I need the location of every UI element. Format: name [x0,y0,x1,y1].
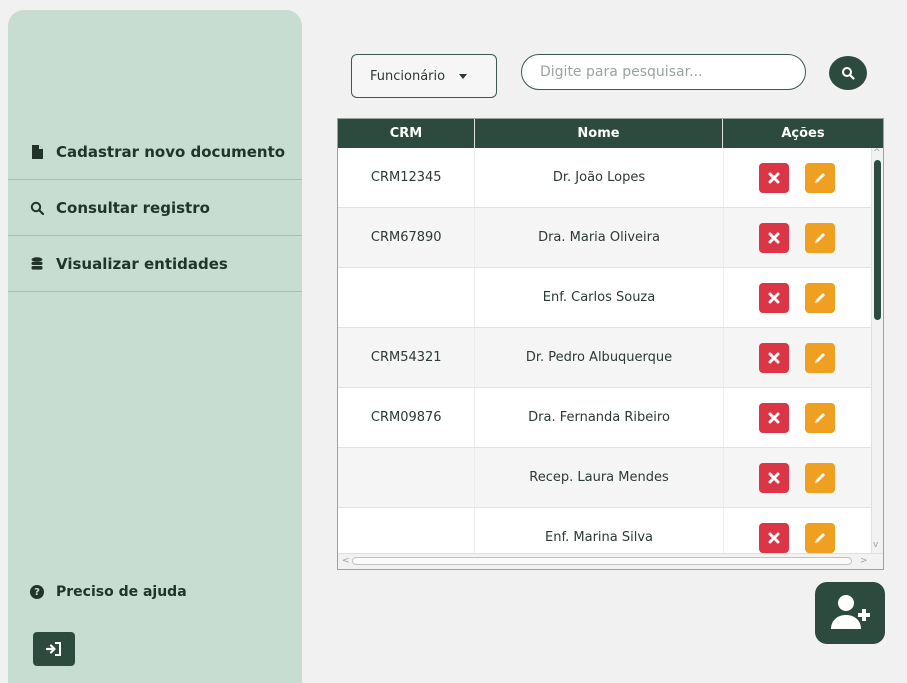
edit-button[interactable] [805,222,836,253]
cell-acoes [724,268,871,327]
cell-acoes [724,508,871,553]
sidebar-nav: Cadastrar novo documento Consultar regis… [8,124,302,292]
edit-button[interactable] [805,522,836,553]
help-link[interactable]: ? Preciso de ajuda [30,584,187,600]
table-row: CRM09876 Dra. Fernanda Ribeiro [338,388,871,448]
pencil-icon [815,412,826,423]
delete-button[interactable] [759,402,790,433]
database-icon [31,256,43,270]
sidebar: Cadastrar novo documento Consultar regis… [8,10,302,683]
pencil-icon [815,352,826,363]
table-body: CRM12345 Dr. João Lopes CRM67890 Dra. Maria… [338,148,871,553]
select-value: Funcionário [370,68,446,84]
cell-acoes [724,208,871,267]
edit-button[interactable] [805,462,836,493]
sidebar-item-visualizar[interactable]: Visualizar entidades [8,236,302,292]
cell-acoes [724,448,871,507]
edit-button[interactable] [805,402,836,433]
pencil-icon [815,172,826,183]
search-input[interactable] [521,54,806,90]
search-icon [842,67,855,80]
table-row: Enf. Carlos Souza [338,268,871,328]
caret-down-icon [459,73,468,79]
delete-button[interactable] [759,522,790,553]
close-icon [768,412,780,423]
delete-button[interactable] [759,222,790,253]
close-icon [768,352,780,363]
sidebar-item-label: Consultar registro [56,198,210,217]
close-icon [768,232,780,243]
delete-button[interactable] [759,282,790,313]
scroll-right-icon[interactable]: > [860,556,868,566]
cell-crm [338,268,476,327]
delete-button[interactable] [759,162,790,193]
entity-type-select[interactable]: Funcionário [351,54,497,98]
logout-icon [46,642,61,656]
cell-nome: Dr. João Lopes [475,148,724,207]
add-user-icon [831,595,870,629]
data-table: CRM Nome Ações CRM12345 Dr. João Lopes CRM… [337,118,884,570]
edit-button[interactable] [805,282,836,313]
table-row: Recep. Laura Mendes [338,448,871,508]
cell-nome: Recep. Laura Mendes [475,448,724,507]
cell-acoes [724,328,871,387]
sidebar-item-consultar[interactable]: Consultar registro [8,180,302,236]
search-button[interactable] [829,56,867,90]
cell-crm: CRM67890 [338,208,476,267]
edit-button[interactable] [805,342,836,373]
column-header-crm: CRM [338,119,475,148]
table-header: CRM Nome Ações [338,119,883,148]
scroll-down-icon[interactable]: v [873,540,878,550]
help-label: Preciso de ajuda [56,584,187,600]
cell-acoes [724,148,871,207]
pencil-icon [815,532,826,543]
search-icon [30,201,44,215]
column-header-nome: Nome [475,119,723,148]
horizontal-scroll-thumb[interactable] [352,557,852,565]
sidebar-item-cadastrar[interactable]: Cadastrar novo documento [8,124,302,180]
vertical-scroll-thumb[interactable] [874,160,881,320]
table-row: CRM12345 Dr. João Lopes [338,148,871,208]
document-icon [32,144,43,159]
pencil-icon [815,472,826,483]
edit-button[interactable] [805,162,836,193]
scroll-left-icon[interactable]: < [342,556,350,566]
column-header-acoes: Ações [781,126,825,141]
add-user-button[interactable] [815,582,885,644]
cell-acoes [724,388,871,447]
cell-nome: Dr. Pedro Albuquerque [475,328,724,387]
close-icon [768,292,780,303]
table-row: Enf. Marina Silva [338,508,871,553]
cell-nome: Enf. Carlos Souza [475,268,724,327]
cell-crm [338,448,476,507]
pencil-icon [815,232,826,243]
pencil-icon [815,292,826,303]
cell-crm: CRM09876 [338,388,476,447]
table-row: CRM54321 Dr. Pedro Albuquerque [338,328,871,388]
cell-crm: CRM12345 [338,148,476,207]
close-icon [768,472,780,483]
sidebar-item-label: Cadastrar novo documento [56,142,286,161]
question-icon: ? [30,585,44,599]
table-row: CRM67890 Dra. Maria Oliveira [338,208,871,268]
cell-nome: Dra. Fernanda Ribeiro [475,388,724,447]
vertical-scrollbar[interactable]: ^ v [871,148,883,553]
close-icon [768,172,780,183]
cell-nome: Enf. Marina Silva [475,508,724,553]
delete-button[interactable] [759,462,790,493]
close-icon [768,532,780,543]
logout-button[interactable] [33,632,75,666]
cell-crm: CRM54321 [338,328,476,387]
scroll-up-icon[interactable]: ^ [873,148,881,158]
sidebar-item-label: Visualizar entidades [56,254,228,273]
horizontal-scrollbar[interactable]: < > [338,553,883,569]
cell-crm [338,508,476,553]
delete-button[interactable] [759,342,790,373]
cell-nome: Dra. Maria Oliveira [475,208,724,267]
